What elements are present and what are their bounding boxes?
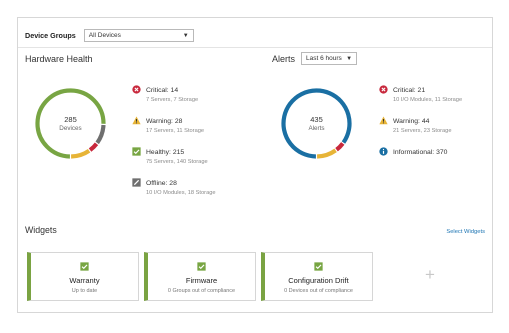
alerts-range-select[interactable]: Last 6 hours ▼ — [301, 52, 358, 65]
dashboard-panel: Device Groups All Devices ▼ Hardware Hea… — [17, 17, 493, 313]
alert-item-sub: 10 I/O Modules, 11 Storage — [393, 97, 463, 103]
warning-icon — [132, 116, 141, 125]
widget-card-warranty[interactable]: Warranty Up to date — [27, 252, 139, 301]
legend-item-sub: 75 Servers, 140 Storage — [146, 159, 208, 165]
check-icon — [314, 262, 323, 271]
hardware-health-total: 285 — [64, 115, 77, 124]
alerts-header: Alerts Last 6 hours ▼ — [272, 52, 358, 65]
alert-item-warning[interactable]: Warning: 44 21 Servers, 23 Storage — [379, 116, 462, 148]
alert-item-title: Informational: 370 — [393, 149, 448, 156]
widget-card-configuration-drift[interactable]: Configuration Drift 0 Devices out of com… — [261, 252, 373, 301]
widget-card-title: Firmware — [185, 276, 218, 285]
device-groups-value: All Devices — [88, 32, 121, 39]
widgets-title: Widgets — [25, 225, 57, 235]
alerts-ring[interactable]: 435 Alerts — [279, 86, 354, 161]
alert-item-informational[interactable]: Informational: 370 — [379, 147, 462, 179]
widget-card-title: Warranty — [69, 276, 100, 285]
widget-card-sub: Up to date — [71, 288, 98, 294]
legend-item-title: Offline: 28 — [146, 180, 177, 187]
widget-card-firmware[interactable]: Firmware 0 Groups out of compliance — [144, 252, 256, 301]
legend-item-offline[interactable]: Offline: 28 10 I/O Modules, 18 Storage — [132, 178, 216, 210]
alert-item-title: Warning: 44 — [393, 118, 430, 125]
hardware-health-title: Hardware Health — [25, 54, 93, 64]
widget-card-sub: 0 Groups out of compliance — [167, 288, 236, 294]
alerts-title: Alerts — [272, 53, 296, 64]
add-widget-button[interactable]: + — [425, 266, 435, 283]
device-groups-label: Device Groups — [25, 31, 76, 40]
legend-item-title: Healthy: 215 — [146, 149, 185, 156]
device-groups-select[interactable]: All Devices ▼ — [83, 29, 194, 42]
alerts-range-value: Last 6 hours — [306, 55, 342, 62]
chevron-down-icon: ▼ — [182, 32, 189, 39]
widget-card-sub: 0 Devices out of compliance — [284, 288, 353, 294]
offline-icon — [132, 178, 141, 187]
warning-icon — [379, 116, 388, 125]
chevron-down-icon: ▼ — [346, 55, 353, 62]
hardware-health-total-label: Devices — [59, 125, 82, 132]
legend-item-sub: 10 I/O Modules, 18 Storage — [146, 190, 216, 196]
legend-item-warning[interactable]: Warning: 28 17 Servers, 11 Storage — [132, 116, 216, 148]
alert-item-title: Critical: 21 — [393, 87, 426, 94]
legend-item-title: Critical: 14 — [146, 87, 179, 94]
legend-item-sub: 17 Servers, 11 Storage — [146, 128, 205, 134]
legend-item-critical[interactable]: Critical: 14 7 Servers, 7 Storage — [132, 85, 216, 117]
critical-icon — [132, 85, 141, 94]
device-groups-bar: Device Groups All Devices ▼ — [25, 29, 194, 42]
alerts-legend: Critical: 21 10 I/O Modules, 11 Storage … — [379, 85, 463, 179]
legend-item-sub: 7 Servers, 7 Storage — [146, 97, 199, 103]
legend-item-title: Warning: 28 — [146, 118, 183, 125]
check-icon — [197, 262, 206, 271]
info-icon — [379, 147, 388, 156]
hardware-health-ring[interactable]: 285 Devices — [33, 86, 108, 161]
alerts-total: 435 — [310, 115, 323, 124]
critical-icon — [379, 85, 388, 94]
alert-item-critical[interactable]: Critical: 21 10 I/O Modules, 11 Storage — [379, 85, 463, 117]
widget-card-title: Configuration Drift — [288, 276, 349, 285]
alerts-total-label: Alerts — [308, 125, 325, 132]
legend-item-healthy[interactable]: Healthy: 215 75 Servers, 140 Storage — [132, 147, 216, 179]
select-widgets-link[interactable]: Select Widgets — [446, 229, 485, 235]
alert-item-sub: 21 Servers, 23 Storage — [393, 128, 452, 134]
hardware-health-legend: Critical: 14 7 Servers, 7 Storage Warnin… — [132, 85, 216, 210]
header-divider — [18, 47, 492, 48]
check-icon — [80, 262, 89, 271]
healthy-icon — [132, 147, 141, 156]
